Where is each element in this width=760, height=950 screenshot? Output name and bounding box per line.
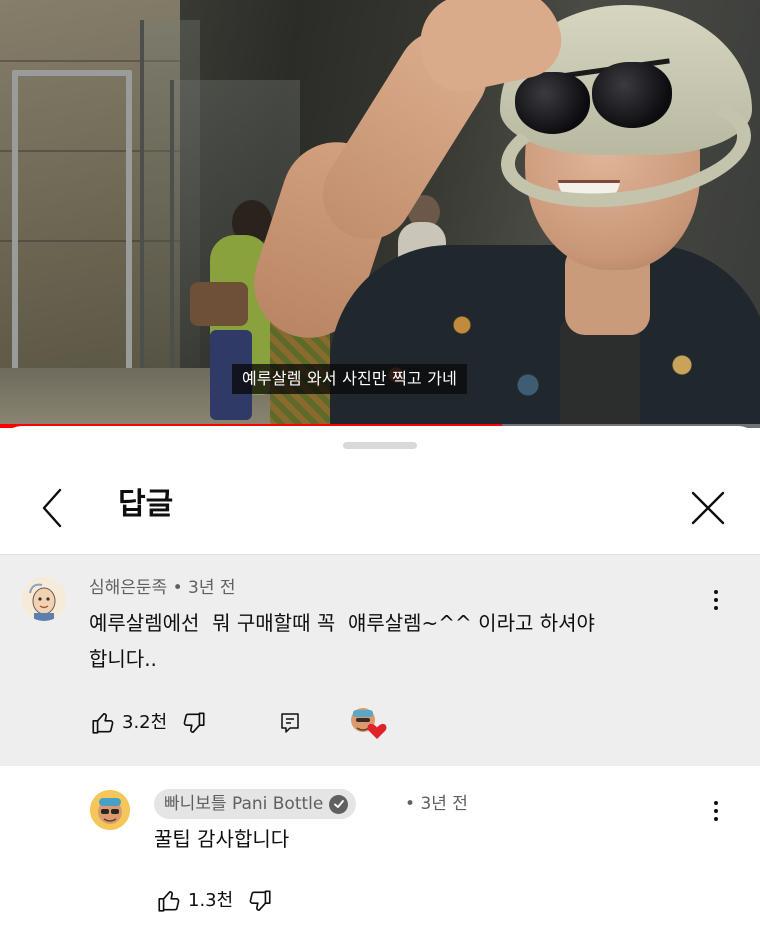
sheet-header: 답글 (0, 471, 760, 551)
like-button[interactable] (88, 708, 118, 738)
dislike-button[interactable] (245, 886, 275, 916)
thumb-down-icon (249, 890, 271, 912)
cartoon-avatar-icon (22, 577, 66, 621)
more-vert-icon (714, 801, 718, 805)
thumb-up-icon (158, 890, 180, 912)
more-vert-icon (714, 590, 718, 594)
reply-button[interactable] (275, 708, 305, 738)
comment-meta: • 3년 전 (405, 792, 468, 816)
comment-text-line: 예루살렘에선 뭐 구매할때 꼭 얘루살렘~^^ 이라고 하셔야 (89, 611, 595, 635)
reply-icon (281, 713, 299, 733)
comment-author[interactable]: 심해은둔족 (89, 578, 167, 598)
chevron-left-icon (42, 488, 62, 528)
handbag (190, 282, 248, 326)
like-button[interactable] (154, 886, 184, 916)
presenter-shirt (330, 245, 760, 428)
verified-check-icon (329, 794, 349, 814)
video-player[interactable]: 예루살렘 와서 사진만 찍고 가네 (0, 0, 760, 428)
checkmark-icon (333, 800, 344, 808)
creator-heart-icon (351, 708, 387, 739)
dislike-button[interactable] (179, 708, 209, 738)
drag-handle[interactable] (343, 442, 417, 449)
creator-heart (349, 708, 389, 739)
close-icon (691, 491, 725, 525)
parent-comment: 심해은둔족 • 3년 전 예루살렘에선 뭐 구매할때 꼭 얘루살렘~^^ 이라고… (0, 554, 760, 766)
back-button[interactable] (30, 486, 74, 530)
meta-separator: • (172, 578, 189, 598)
presenter-undershirt (560, 320, 640, 428)
sunglasses-lens (592, 62, 672, 128)
comment-text-line: 합니다.. (89, 647, 157, 671)
meta-separator: • (405, 794, 421, 814)
sunglasses-lens (515, 72, 590, 134)
comment-meta: 심해은둔족 • 3년 전 (89, 576, 236, 600)
comment-actions: 1.3천 (154, 886, 275, 916)
more-options-button[interactable] (704, 796, 728, 826)
more-options-button[interactable] (704, 585, 728, 615)
comment-text: 꿀팁 감사합니다 (154, 827, 290, 851)
comment-text: 예루살렘에선 뭐 구매할때 꼭 얘루살렘~^^ 이라고 하셔야 합니다.. (89, 605, 595, 677)
channel-owner-badge[interactable]: 빠니보틀 Pani Bottle (154, 789, 357, 819)
metal-detector-frame (12, 70, 132, 370)
cartoon-avatar-icon (90, 790, 130, 830)
comment-actions: 3.2천 (88, 708, 389, 739)
page-title: 답글 (118, 487, 174, 522)
like-count: 3.2천 (122, 712, 168, 733)
comment-author: 빠니보틀 Pani Bottle (164, 794, 324, 814)
thumb-up-icon (92, 712, 114, 734)
avatar[interactable] (90, 790, 130, 830)
like-count: 1.3천 (188, 890, 234, 911)
comment-age: 3년 전 (420, 794, 468, 814)
video-subtitle: 예루살렘 와서 사진만 찍고 가네 (232, 364, 468, 394)
comment-age: 3년 전 (188, 578, 236, 598)
replies-sheet: 답글 심해은둔족 • 3년 전 예루살렘에선 뭐 구매할때 꼭 얘루살렘~^^ … (0, 426, 760, 950)
avatar[interactable] (22, 577, 66, 621)
close-button[interactable] (686, 486, 730, 530)
thumb-down-icon (183, 712, 205, 734)
